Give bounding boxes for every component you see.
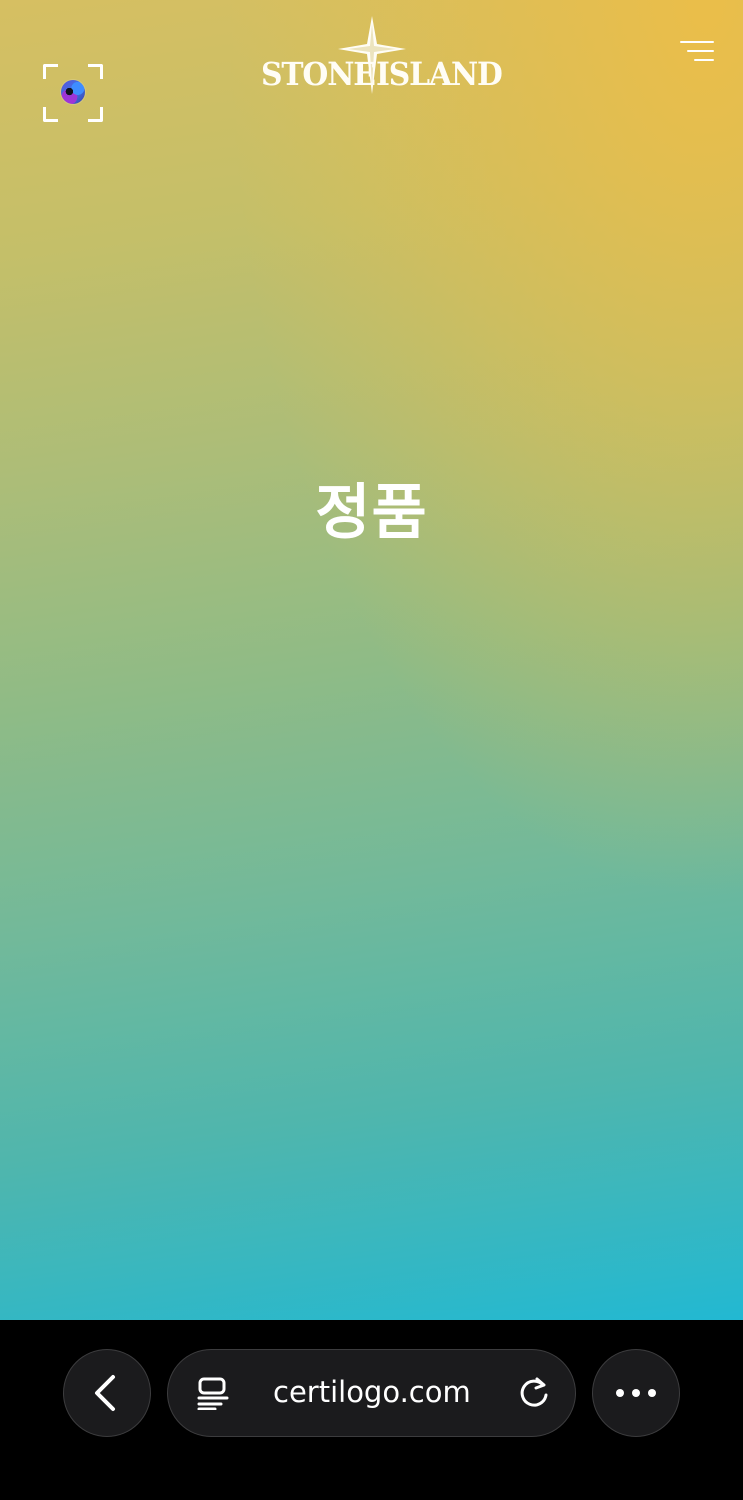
- stone-island-logo[interactable]: STONE ISLAND: [261, 16, 503, 96]
- menu-button[interactable]: [678, 38, 716, 66]
- menu-icon-line-middle: [687, 50, 714, 52]
- scan-frame-bottom-right-corner: [88, 107, 103, 122]
- camera-scan-button[interactable]: [43, 64, 103, 122]
- certilogo-authentication-page: STONE ISLAND 정품 certilogo.com: [0, 0, 743, 1500]
- scan-frame-top-left-corner: [43, 64, 58, 79]
- scan-frame-top-right-corner: [88, 64, 103, 79]
- logo-stone-text: STONE: [261, 55, 376, 93]
- authenticity-status: 정품: [315, 478, 428, 549]
- authentication-result-screen: STONE ISLAND 정품: [0, 0, 743, 1320]
- more-options-button[interactable]: [592, 1349, 680, 1437]
- chevron-left-icon: [95, 1375, 115, 1411]
- browser-toolbar: certilogo.com: [0, 1320, 743, 1500]
- menu-icon-line-top: [680, 41, 714, 43]
- page-icon[interactable]: [197, 1376, 229, 1410]
- back-button[interactable]: [63, 1349, 151, 1437]
- url-text[interactable]: certilogo.com: [273, 1373, 483, 1411]
- address-bar[interactable]: certilogo.com: [167, 1349, 576, 1437]
- menu-icon-line-bottom: [694, 59, 714, 61]
- reload-icon[interactable]: [519, 1375, 551, 1409]
- logo-island-text: ISLAND: [376, 55, 503, 93]
- scan-frame-bottom-left-corner: [43, 107, 58, 122]
- camera-scan-icon: [61, 80, 85, 104]
- more-horizontal-icon: [616, 1389, 656, 1397]
